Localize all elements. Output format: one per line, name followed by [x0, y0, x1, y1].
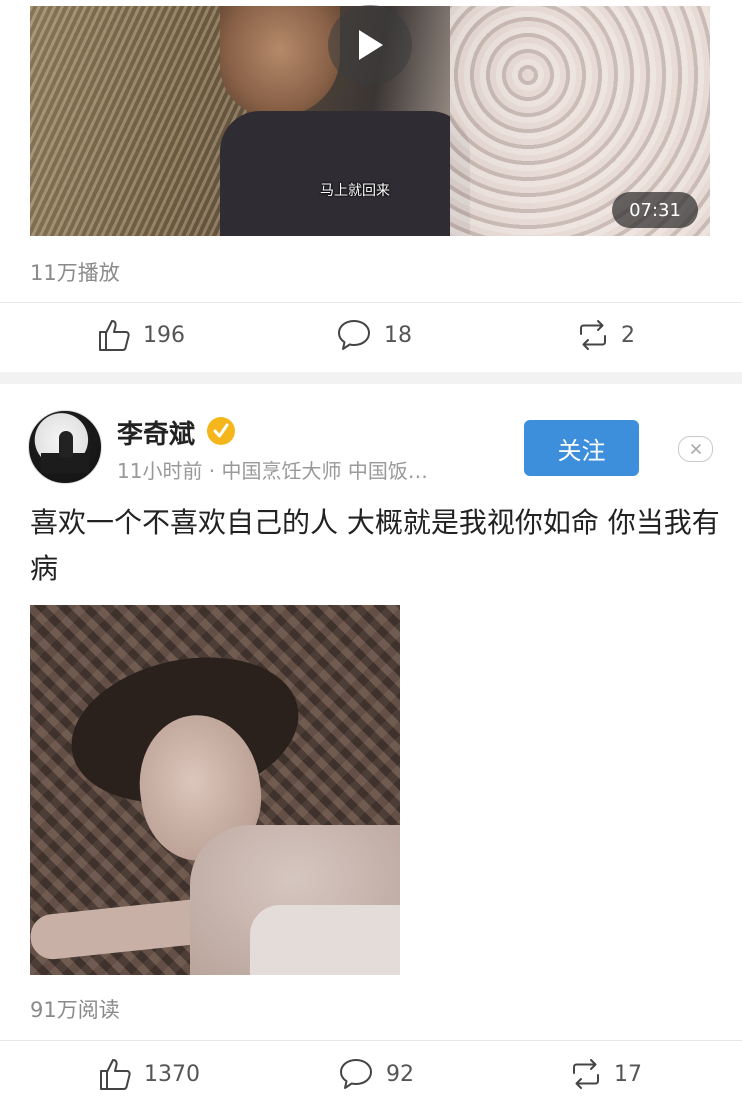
follow-button[interactable]: 关注	[524, 420, 639, 476]
post-text: 喜欢一个不喜欢自己的人 大概就是我视你如命 你当我有病	[30, 506, 720, 585]
thumbs-up-icon	[100, 1059, 131, 1090]
avatar[interactable]	[28, 410, 102, 484]
thumbnail-shirt	[220, 111, 470, 236]
comment-count: 18	[384, 322, 412, 348]
play-count: 11万播放	[30, 261, 120, 285]
close-icon[interactable]	[678, 436, 713, 462]
comment-icon	[340, 1059, 372, 1089]
repost-icon	[580, 320, 606, 350]
comment-icon	[338, 320, 370, 350]
verified-badge-icon	[207, 417, 235, 445]
post-meta: 11小时前 · 中国烹饪大师 中国饭…	[117, 459, 428, 483]
like-count: 1370	[144, 1061, 200, 1087]
repost-button[interactable]: 17	[570, 1057, 642, 1091]
video-duration: 07:31	[612, 192, 698, 228]
comment-button[interactable]: 18	[336, 318, 412, 352]
thumbnail-face	[220, 6, 340, 116]
repost-button[interactable]: 2	[577, 318, 635, 352]
image-sheet	[250, 905, 400, 975]
like-count: 196	[143, 322, 185, 348]
comment-count: 92	[386, 1061, 414, 1087]
thumbs-up-icon	[99, 320, 130, 351]
divider	[0, 1040, 742, 1041]
video-subtitle: 马上就回来	[320, 183, 390, 199]
divider	[0, 302, 742, 303]
repost-icon	[573, 1059, 599, 1089]
play-button[interactable]	[328, 5, 412, 85]
author-name[interactable]: 李奇斌	[117, 414, 195, 451]
post-image[interactable]	[30, 605, 400, 975]
like-button[interactable]: 196	[97, 318, 185, 352]
comment-button[interactable]: 92	[338, 1057, 414, 1091]
read-count: 91万阅读	[30, 998, 120, 1022]
post-separator	[0, 372, 742, 384]
repost-count: 2	[621, 322, 635, 348]
like-button[interactable]: 1370	[98, 1057, 200, 1091]
play-icon	[359, 30, 383, 60]
avatar-person	[59, 431, 73, 457]
repost-count: 17	[614, 1061, 642, 1087]
